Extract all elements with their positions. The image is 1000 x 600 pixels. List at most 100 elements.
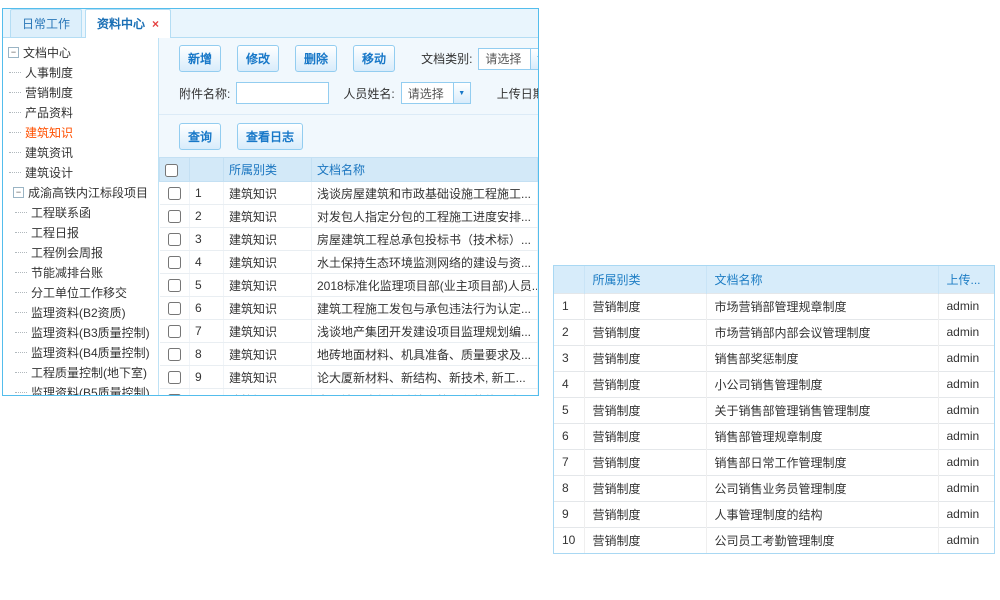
upload-date-label: 上传日期	[497, 85, 539, 102]
tree-node[interactable]: − 工程质量控制(地下室)	[3, 362, 158, 382]
table-row[interactable]: 3 营销制度 销售部奖惩制度 admin	[554, 345, 994, 371]
row-category: 营销制度	[584, 345, 706, 371]
tree-node-label: 建筑设计	[25, 164, 73, 181]
table-row[interactable]: 1 建筑知识 浅谈房屋建筑和市政基础设施工程施工...	[160, 182, 538, 205]
table-row[interactable]: 3 建筑知识 房屋建筑工程总承包投标书（技术标）...	[160, 228, 538, 251]
table-row[interactable]: 8 建筑知识 地砖地面材料、机具准备、质量要求及...	[160, 343, 538, 366]
row-checkbox[interactable]	[168, 394, 181, 396]
row-category: 营销制度	[584, 293, 706, 319]
tree-node[interactable]: − 人事制度	[3, 62, 158, 82]
row-checkbox[interactable]	[168, 279, 181, 292]
row-checkbox[interactable]	[168, 302, 181, 315]
tree-node[interactable]: − 营销制度	[3, 82, 158, 102]
table-row[interactable]: 2 营销制度 市场营销部内部会议管理制度 admin	[554, 319, 994, 345]
tree-node[interactable]: − 文档中心	[3, 42, 158, 62]
table-row[interactable]: 9 营销制度 人事管理制度的结构 admin	[554, 501, 994, 527]
row-checkbox[interactable]	[168, 187, 181, 200]
row-uploader: admin	[938, 319, 994, 345]
row-category: 建筑知识	[224, 297, 312, 320]
row-checkbox[interactable]	[168, 256, 181, 269]
view-log-button[interactable]: 查看日志	[237, 123, 303, 150]
person-select[interactable]: 请选择 ▼	[401, 82, 471, 104]
marketing-table-body: 1 营销制度 市场营销部管理规章制度 admin 2 营销制度 市场营销部内部会…	[554, 293, 994, 553]
tree-node[interactable]: − 监理资料(B3质量控制)	[3, 322, 158, 342]
row-checkbox[interactable]	[168, 371, 181, 384]
query-button[interactable]: 查询	[179, 123, 221, 150]
tree-node[interactable]: − 建筑资讯	[3, 142, 158, 162]
row-uploader: admin	[938, 475, 994, 501]
row-category: 建筑知识	[224, 320, 312, 343]
row-checkbox[interactable]	[168, 325, 181, 338]
tree-connector-line	[9, 152, 21, 153]
add-button[interactable]: 新增	[179, 45, 221, 72]
row-uploader: admin	[938, 397, 994, 423]
tree-node[interactable]: − 监理资料(B2资质)	[3, 302, 158, 322]
marketing-docs-panel: 所属别类 文档名称 上传... 1 营销制度 市场营销部管理规章制度 admin…	[553, 265, 995, 554]
category-label: 文档类别:	[421, 50, 472, 67]
tree-node[interactable]: − 建筑设计	[3, 162, 158, 182]
attachment-name-input[interactable]	[236, 82, 329, 104]
select-all-checkbox[interactable]	[165, 164, 178, 177]
tree-connector-line	[9, 132, 21, 133]
table-row[interactable]: 5 建筑知识 2018标准化监理项目部(业主项目部)人员...	[160, 274, 538, 297]
table-row[interactable]: 7 营销制度 销售部日常工作管理制度 admin	[554, 449, 994, 475]
tree-node[interactable]: − 工程例会周报	[3, 242, 158, 262]
table-row[interactable]: 8 营销制度 公司销售业务员管理制度 admin	[554, 475, 994, 501]
row-doc-name: 水土保持生态环境监测网络的建设与资...	[312, 251, 538, 274]
tree-node[interactable]: − 产品资料	[3, 102, 158, 122]
delete-button[interactable]: 删除	[295, 45, 337, 72]
move-button[interactable]: 移动	[353, 45, 395, 72]
tree-node[interactable]: − 监理资料(B5质量控制)	[3, 382, 158, 396]
tab-daily-work[interactable]: 日常工作	[10, 9, 82, 37]
row-category: 营销制度	[584, 319, 706, 345]
row-uploader: admin	[938, 345, 994, 371]
number-column-header	[554, 266, 584, 293]
row-uploader: admin	[938, 371, 994, 397]
tree-node[interactable]: − 建筑知识	[3, 122, 158, 142]
chevron-down-icon: ▼	[453, 83, 470, 103]
row-category: 营销制度	[584, 371, 706, 397]
collapse-icon[interactable]: −	[13, 187, 24, 198]
table-row[interactable]: 6 建筑知识 建筑工程施工发包与承包违法行为认定...	[160, 297, 538, 320]
row-doc-name: 房屋建筑工程总承包投标书（技术标）...	[312, 228, 538, 251]
table-row[interactable]: 2 建筑知识 对发包人指定分包的工程施工进度安排...	[160, 205, 538, 228]
tree-node[interactable]: − 工程联系函	[3, 202, 158, 222]
tree-node[interactable]: − 工程日报	[3, 222, 158, 242]
table-row[interactable]: 6 营销制度 销售部管理规章制度 admin	[554, 423, 994, 449]
row-doc-name: 市场营销部内部会议管理制度	[706, 319, 938, 345]
row-category: 建筑知识	[224, 205, 312, 228]
table-row[interactable]: 4 建筑知识 水土保持生态环境监测网络的建设与资...	[160, 251, 538, 274]
close-icon[interactable]: ×	[152, 17, 159, 31]
row-number: 7	[190, 320, 224, 343]
tab-data-center[interactable]: 资料中心×	[85, 9, 171, 38]
row-number: 1	[554, 293, 584, 319]
row-uploader: admin	[938, 527, 994, 553]
tree-connector-line	[15, 232, 27, 233]
table-row[interactable]: 1 营销制度 市场营销部管理规章制度 admin	[554, 293, 994, 319]
row-checkbox[interactable]	[168, 210, 181, 223]
tree-node[interactable]: − 节能减排台账	[3, 262, 158, 282]
collapse-icon[interactable]: −	[8, 47, 19, 58]
tree-node[interactable]: − 分工单位工作移交	[3, 282, 158, 302]
row-doc-name: 建筑工程施工发包与承包违法行为认定...	[312, 297, 538, 320]
category-select[interactable]: 请选择 ▼	[478, 48, 539, 70]
tree-node[interactable]: − 成渝高铁内江标段项目	[3, 182, 158, 202]
table-row[interactable]: 7 建筑知识 浅谈地产集团开发建设项目监理规划编...	[160, 320, 538, 343]
tree-connector-line	[15, 392, 27, 393]
row-checkbox[interactable]	[168, 348, 181, 361]
table-row[interactable]: 10 建筑知识 大厦地下室加气砼墙砌筑工程的施工方...	[160, 389, 538, 397]
marketing-table-header-row: 所属别类 文档名称 上传...	[554, 266, 994, 293]
toolbar: 新增 修改 删除 移动 文档类别: 请选择 ▼ 文档 附件名称: 人员姓名:	[159, 38, 538, 157]
tree-node-label: 文档中心	[23, 44, 71, 61]
tree-connector-line	[9, 72, 21, 73]
row-uploader: admin	[938, 423, 994, 449]
table-row[interactable]: 4 营销制度 小公司销售管理制度 admin	[554, 371, 994, 397]
tree-list: − 文档中心 − 人事制度 − 营销制度	[3, 42, 158, 396]
row-number: 1	[190, 182, 224, 205]
table-row[interactable]: 9 建筑知识 论大厦新材料、新结构、新技术, 新工...	[160, 366, 538, 389]
tree-node[interactable]: − 监理资料(B4质量控制)	[3, 342, 158, 362]
table-row[interactable]: 5 营销制度 关于销售部管理销售管理制度 admin	[554, 397, 994, 423]
modify-button[interactable]: 修改	[237, 45, 279, 72]
row-checkbox[interactable]	[168, 233, 181, 246]
table-row[interactable]: 10 营销制度 公司员工考勤管理制度 admin	[554, 527, 994, 553]
